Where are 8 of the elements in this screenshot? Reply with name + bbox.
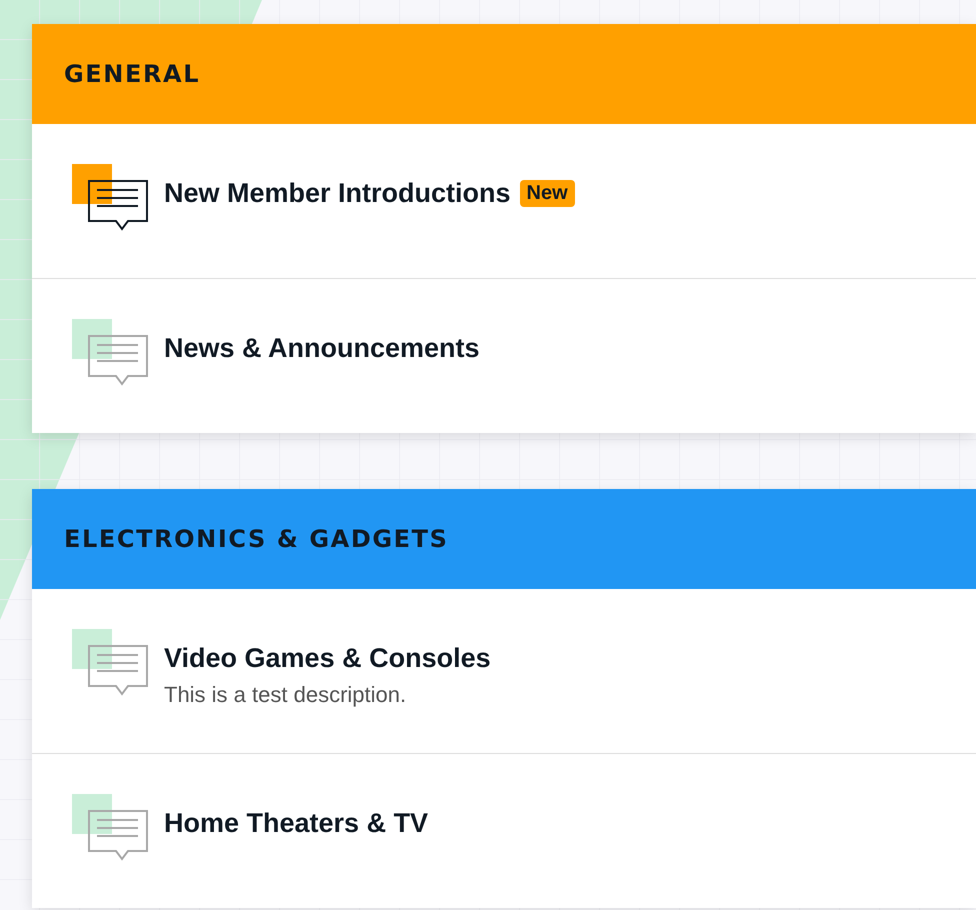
forum-description: This is a test description. [164, 681, 408, 709]
forum-link[interactable]: New Member Introductions [164, 176, 511, 210]
forum-link[interactable]: Video Games & Consoles [164, 641, 491, 675]
forum-link[interactable]: Home Theaters & TV [164, 806, 428, 840]
category-title: GENERAL [64, 60, 200, 88]
new-badge: New [520, 180, 575, 206]
forum-link[interactable]: News & Announcements [164, 331, 480, 365]
category-title: ELECTRONICS & GADGETS [64, 525, 448, 553]
